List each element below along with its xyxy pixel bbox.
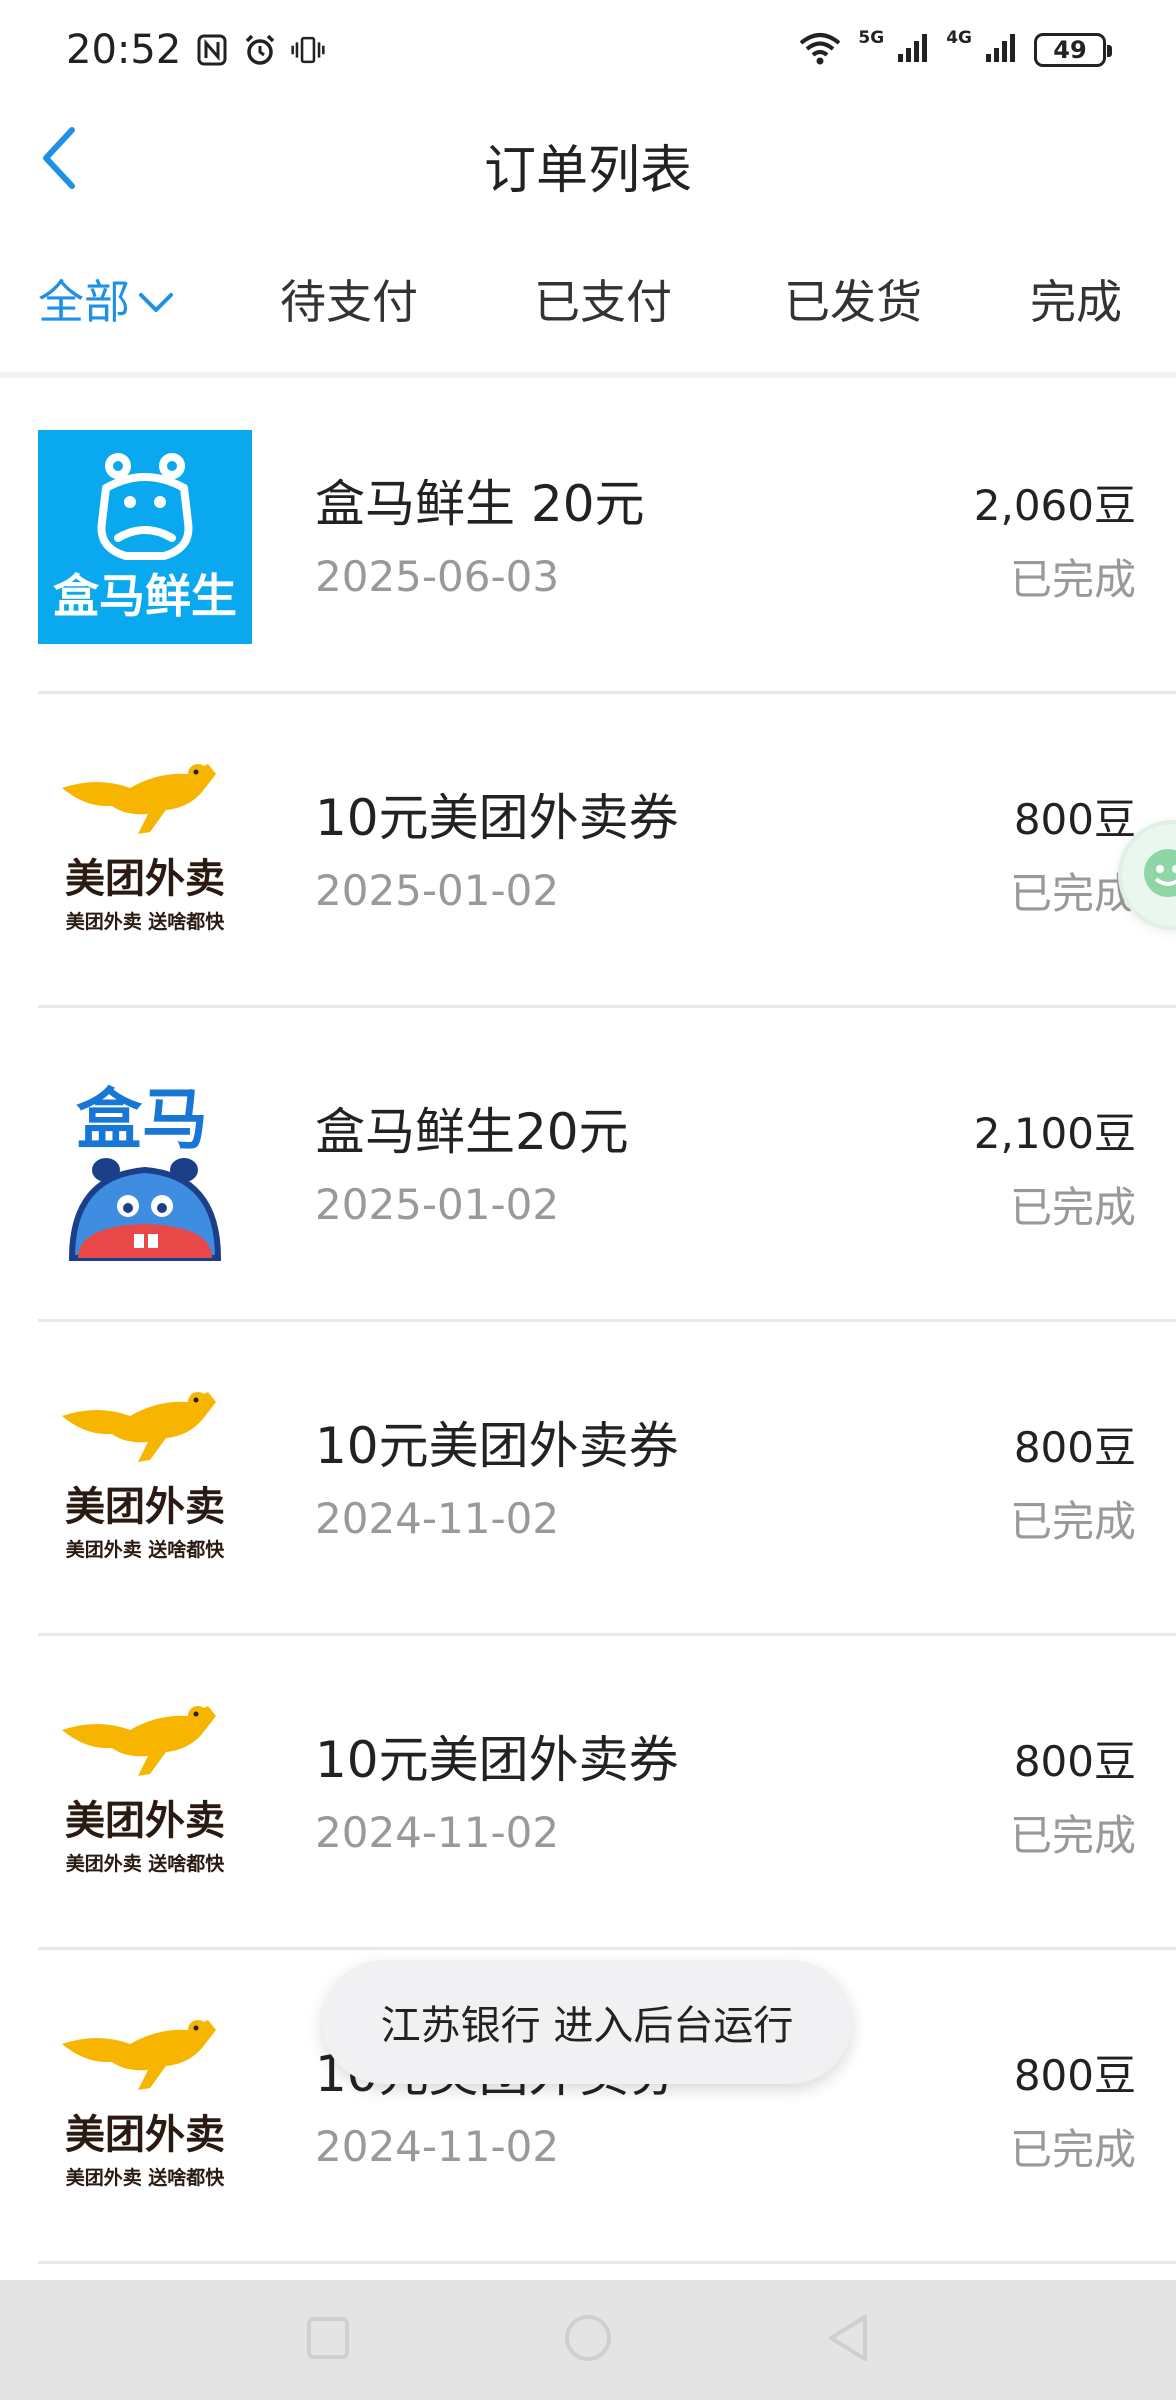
order-status: 已完成 — [1009, 1183, 1136, 1232]
hema-hippo-logo-text: 盒马 — [76, 1081, 208, 1158]
order-status: 已完成 — [1009, 1497, 1136, 1546]
order-status: 已完成 — [1009, 1811, 1136, 1860]
order-price: 2,060豆 — [973, 481, 1136, 530]
meituan-logo-slogan: 美团外卖 送啥都快 — [66, 1852, 226, 1875]
order-price: 800豆 — [1013, 2051, 1136, 2100]
tabs-divider — [0, 372, 1176, 378]
order-item[interactable]: 盒马 盒马鲜生20元 2025-01-02 2,100豆 已完成 — [0, 1008, 1176, 1322]
order-date: 2024-11-02 — [315, 2122, 560, 2171]
order-title: 盒马鲜生20元 — [315, 1103, 629, 1161]
meituan-logo-text: 美团外卖 — [65, 1798, 225, 1844]
signal-5g-label: 5G — [858, 27, 885, 48]
system-nav-bar — [0, 2280, 1176, 2400]
tab-pending-payment[interactable]: 待支付 — [280, 266, 418, 332]
tab-completed[interactable]: 完成 — [1030, 266, 1122, 332]
order-item[interactable]: 美团外卖 美团外卖 送啥都快 10元美团外卖券 2024-11-02 800豆 … — [0, 1636, 1176, 1950]
order-price: 800豆 — [1013, 1423, 1136, 1472]
hema-hippo-logo: 盒马 — [38, 1058, 252, 1272]
header: 订单列表 — [0, 100, 1176, 220]
order-date: 2025-01-02 — [315, 866, 560, 915]
order-item[interactable]: 美团外卖 美团外卖 送啥都快 10元美团外卖券 2024-11-02 800豆 … — [0, 1322, 1176, 1636]
order-price: 800豆 — [1013, 1737, 1136, 1786]
order-status-tabs: 全部 待支付 已支付 已发货 完成 — [0, 240, 1176, 350]
nfc-icon — [195, 33, 229, 67]
order-date: 2024-11-02 — [315, 1808, 560, 1857]
status-time: 20:52 — [66, 27, 182, 73]
order-item[interactable]: 盒马鲜生 盒马鲜生 20元 2025-06-03 2,060豆 已完成 — [0, 380, 1176, 694]
tab-all-label: 全部 — [38, 275, 130, 329]
meituan-logo-text: 美团外卖 — [65, 1484, 225, 1530]
hema-logo-text: 盒马鲜生 — [53, 569, 237, 623]
meituan-waimai-logo: 美团外卖 美团外卖 送啥都快 — [38, 744, 252, 958]
home-button[interactable] — [558, 2310, 618, 2370]
meituan-logo-text: 美团外卖 — [65, 856, 225, 902]
tab-all[interactable]: 全部 — [38, 266, 174, 332]
meituan-waimai-logo: 美团外卖 美团外卖 送啥都快 — [38, 1686, 252, 1900]
tab-pending-payment-label: 待支付 — [280, 275, 418, 329]
wifi-icon — [798, 31, 842, 69]
triangle-back-icon — [825, 2313, 871, 2367]
meituan-logo-slogan: 美团外卖 送啥都快 — [66, 2166, 226, 2189]
tab-completed-label: 完成 — [1030, 275, 1122, 329]
meituan-waimai-logo: 美团外卖 美团外卖 送啥都快 — [38, 1372, 252, 1586]
chevron-down-icon — [138, 272, 174, 326]
order-title: 10元美团外卖券 — [315, 789, 679, 847]
order-status: 已完成 — [1009, 2125, 1136, 2174]
circle-icon — [563, 2313, 613, 2367]
chat-bubble-icon — [1140, 845, 1176, 905]
alarm-icon — [243, 33, 277, 67]
back-nav-button[interactable] — [818, 2310, 878, 2370]
battery-icon: 49 — [1034, 33, 1112, 67]
page-title: 订单列表 — [483, 141, 692, 201]
signal-4g-label: 4G — [946, 27, 972, 48]
hema-logo: 盒马鲜生 — [38, 430, 252, 644]
order-title: 盒马鲜生 20元 — [315, 475, 645, 533]
divider — [38, 2261, 1176, 2264]
order-price: 800豆 — [1013, 795, 1136, 844]
status-bar-left: 20:52 — [66, 27, 325, 73]
tab-paid[interactable]: 已支付 — [534, 266, 672, 332]
meituan-logo-slogan: 美团外卖 送啥都快 — [66, 910, 226, 933]
order-status: 已完成 — [1009, 555, 1136, 604]
vibrate-icon — [291, 33, 325, 67]
signal-4g-icon — [984, 32, 1018, 68]
order-date: 2024-11-02 — [315, 1494, 560, 1543]
meituan-waimai-logo: 美团外卖 美团外卖 送啥都快 — [38, 2000, 252, 2214]
battery-level: 49 — [1053, 36, 1087, 64]
tab-shipped[interactable]: 已发货 — [784, 266, 922, 332]
toast-message: 江苏银行 进入后台运行 — [322, 1960, 852, 2084]
tab-paid-label: 已支付 — [534, 275, 672, 329]
tab-shipped-label: 已发货 — [784, 275, 922, 329]
status-bar: 20:52 5G 4G 49 — [0, 0, 1176, 100]
order-item[interactable]: 美团外卖 美团外卖 送啥都快 10元美团外卖券 2025-01-02 800豆 … — [0, 694, 1176, 1008]
meituan-logo-slogan: 美团外卖 送啥都快 — [66, 1538, 226, 1561]
square-icon — [306, 2316, 350, 2364]
order-title: 10元美团外卖券 — [315, 1731, 679, 1789]
signal-5g-icon — [896, 32, 930, 68]
order-price: 2,100豆 — [973, 1109, 1136, 1158]
recent-apps-button[interactable] — [298, 2310, 358, 2370]
meituan-logo-text: 美团外卖 — [65, 2112, 225, 2158]
status-bar-right: 5G 4G 49 — [798, 27, 1112, 69]
order-date: 2025-06-03 — [315, 552, 560, 601]
order-date: 2025-01-02 — [315, 1180, 560, 1229]
order-title: 10元美团外卖券 — [315, 1417, 679, 1475]
order-status: 已完成 — [1009, 869, 1136, 918]
